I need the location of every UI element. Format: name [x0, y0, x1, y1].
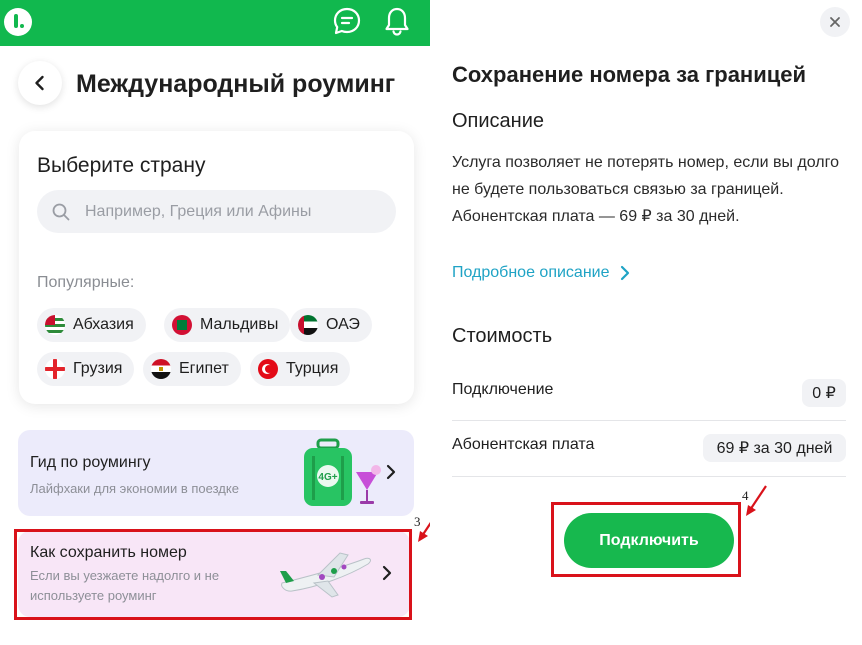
- chip-label: Мальдивы: [200, 316, 279, 333]
- abkhazia-flag-icon: [45, 315, 65, 335]
- country-select-card: Выберите страну Популярные: Абхазия Маль…: [19, 131, 414, 404]
- chip-label: Грузия: [73, 360, 123, 377]
- uae-flag-icon: [298, 315, 318, 335]
- detailed-description-label: Подробное описание: [452, 264, 610, 281]
- chip-label: Египет: [179, 360, 229, 377]
- chat-icon[interactable]: [332, 6, 362, 36]
- country-chip-abkhazia[interactable]: Абхазия: [37, 308, 146, 342]
- connection-fee-value: 0 ₽: [802, 379, 846, 407]
- service-description: Услуга позволяет не потерять номер, если…: [452, 154, 839, 225]
- country-chip-maldives[interactable]: Мальдивы: [164, 308, 291, 342]
- country-chip-egypt[interactable]: Египет: [143, 352, 241, 386]
- egypt-flag-icon: [151, 359, 171, 379]
- popular-label: Популярные:: [37, 274, 135, 291]
- left-panel: Международный роуминг Выберите страну По…: [0, 0, 439, 645]
- country-chip-georgia[interactable]: Грузия: [37, 352, 135, 386]
- right-panel: Сохранение номера за границей Описание У…: [430, 0, 862, 645]
- subscription-fee-value: 69 ₽ за 30 дней: [703, 434, 846, 462]
- back-button[interactable]: [18, 61, 62, 105]
- country-chip-turkey[interactable]: Турция: [250, 352, 351, 386]
- service-title: Сохранение номера за границей: [452, 62, 807, 87]
- chevron-left-icon: [35, 75, 44, 91]
- georgia-flag-icon: [45, 359, 65, 379]
- close-button[interactable]: [820, 7, 850, 37]
- bell-icon[interactable]: [383, 6, 411, 36]
- cost-heading: Стоимость: [452, 325, 553, 347]
- close-icon: [830, 17, 840, 27]
- chevron-right-icon: [620, 265, 629, 281]
- connection-fee-label: Подключение: [452, 381, 554, 398]
- search-input[interactable]: [85, 190, 385, 233]
- chip-label: ОАЭ: [326, 316, 360, 333]
- country-chip-uae[interactable]: ОАЭ: [290, 308, 372, 342]
- subscription-fee-label: Абонентская плата: [452, 436, 595, 453]
- country-card-title: Выберите страну: [37, 154, 206, 177]
- roaming-guide-card[interactable]: Гид по роумингу Лайфхаки для экономии в …: [18, 430, 414, 516]
- megafon-logo-icon[interactable]: [4, 8, 32, 36]
- chevron-right-icon: [386, 464, 396, 480]
- top-bar: [0, 0, 430, 46]
- annotation-highlight-4: [551, 502, 741, 577]
- guide-card-subtitle: Лайфхаки для экономии в поездке: [30, 481, 239, 496]
- description-heading: Описание: [452, 110, 545, 132]
- turkey-flag-icon: [258, 359, 278, 379]
- annotation-arrow-4-icon: [746, 485, 767, 516]
- chip-label: Абхазия: [73, 316, 134, 333]
- badge-4g-text: 4G+: [318, 472, 337, 483]
- page-title: Международный роуминг: [76, 70, 396, 98]
- row-divider: [452, 420, 846, 421]
- country-search[interactable]: [37, 190, 396, 233]
- detailed-description-link[interactable]: Подробное описание: [452, 264, 630, 282]
- suitcase-illustration-icon: 4G+: [304, 438, 381, 506]
- row-divider: [452, 476, 846, 477]
- chip-label: Турция: [286, 360, 339, 377]
- search-icon: [52, 203, 70, 221]
- annotation-highlight-3: [14, 529, 412, 620]
- guide-card-title: Гид по роумингу: [30, 454, 151, 471]
- maldives-flag-icon: [172, 315, 192, 335]
